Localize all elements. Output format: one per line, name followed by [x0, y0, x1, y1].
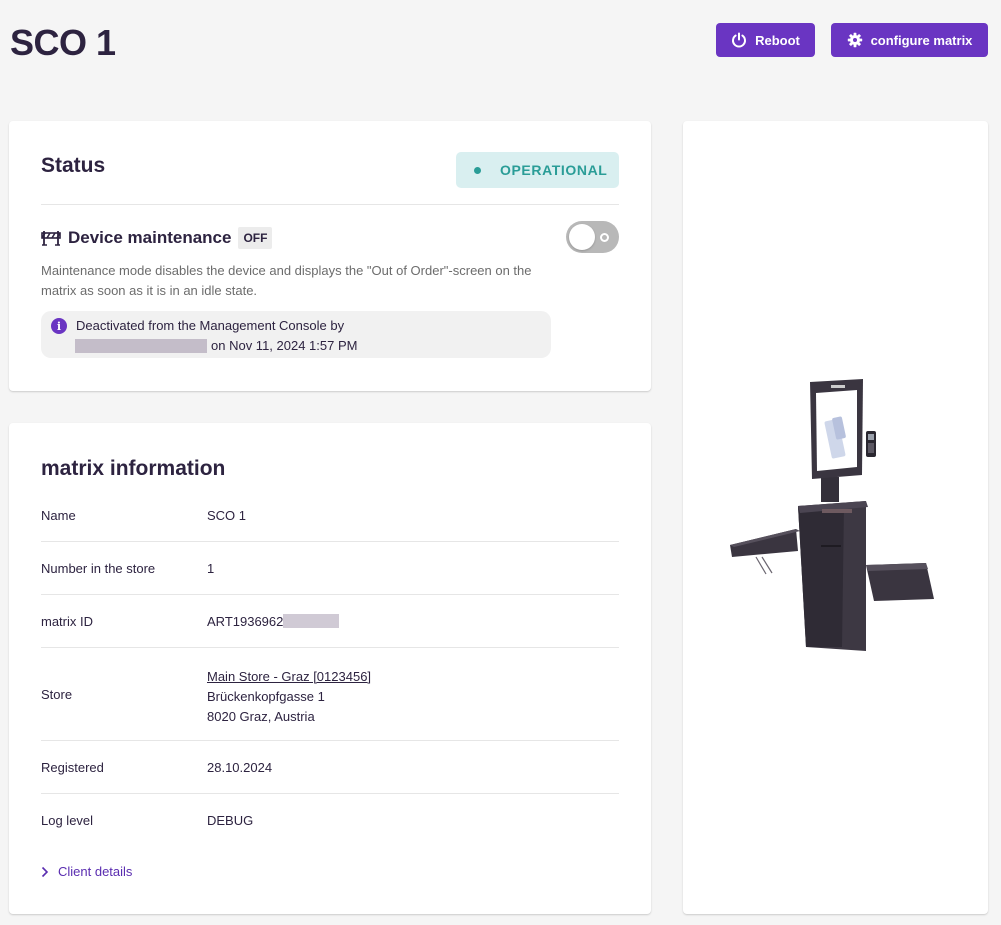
store-address-city: 8020 Graz, Austria [207, 709, 315, 724]
store-link[interactable]: Main Store - Graz [0123456] [207, 667, 371, 687]
barrier-icon [41, 231, 61, 246]
configure-matrix-button[interactable]: configure matrix [831, 23, 988, 57]
reboot-button[interactable]: Reboot [716, 23, 815, 57]
store-address-street: Brückenkopfgasse 1 [207, 689, 325, 704]
info-line-1: Deactivated from the Management Console … [76, 318, 345, 333]
chevron-right-icon [41, 866, 49, 877]
maintenance-state-badge: OFF [238, 227, 273, 249]
reboot-label: Reboot [755, 32, 800, 48]
row-value: SCO 1 [207, 508, 247, 523]
row-divider [41, 793, 619, 794]
row-value: 1 [207, 561, 215, 576]
row-label: Registered [41, 760, 104, 775]
status-dot-icon [474, 166, 481, 174]
kiosk-device-image [730, 379, 934, 651]
matrix-info-card: matrix information Name SCO 1 Number in … [9, 423, 651, 914]
row-value: ART1936962 [207, 614, 340, 629]
toggle-knob [569, 224, 595, 250]
info-row-store: Store Main Store - Graz [0123456] Brücke… [41, 667, 619, 727]
status-badge-label: OPERATIONAL [500, 162, 608, 178]
configure-matrix-label: configure matrix [870, 32, 973, 48]
maintenance-label: Device maintenance [68, 228, 232, 247]
redacted-user [75, 339, 207, 353]
row-label: Name [41, 508, 76, 523]
row-divider [41, 647, 619, 648]
maintenance-info-box: i Deactivated from the Management Consol… [41, 311, 551, 358]
row-label: Log level [41, 813, 94, 828]
client-details-toggle[interactable]: Client details [41, 864, 132, 879]
row-value: 28.10.2024 [207, 760, 273, 775]
row-label: Store [41, 687, 73, 702]
row-divider [41, 740, 619, 741]
matrix-info-title: matrix information [41, 457, 226, 480]
gear-icon [847, 32, 862, 48]
status-badge: OPERATIONAL [456, 152, 619, 188]
matrix-id-value: ART1936962 [207, 614, 284, 629]
page-title: SCO 1 [10, 22, 116, 63]
power-icon [732, 32, 747, 48]
row-divider [41, 541, 619, 542]
divider [41, 204, 619, 205]
client-details-label: Client details [58, 864, 133, 879]
maintenance-header: Device maintenance OFF [41, 227, 273, 249]
row-divider [41, 594, 619, 595]
row-label: matrix ID [41, 614, 93, 629]
row-label: Number in the store [41, 561, 156, 576]
info-icon: i [51, 318, 67, 334]
device-image-card [683, 121, 988, 914]
row-value: DEBUG [207, 813, 254, 828]
status-title: Status [41, 154, 106, 177]
maintenance-toggle[interactable] [566, 221, 619, 253]
maintenance-description: Maintenance mode disables the device and… [41, 263, 532, 298]
store-value: Main Store - Graz [0123456] Brückenkopfg… [207, 667, 371, 727]
toggle-off-icon [600, 233, 609, 242]
info-line-2: on Nov 11, 2024 1:57 PM [211, 338, 358, 353]
redacted-id-suffix [283, 614, 340, 628]
status-card: Status OPERATIONAL Device maintenance OF… [9, 121, 651, 391]
